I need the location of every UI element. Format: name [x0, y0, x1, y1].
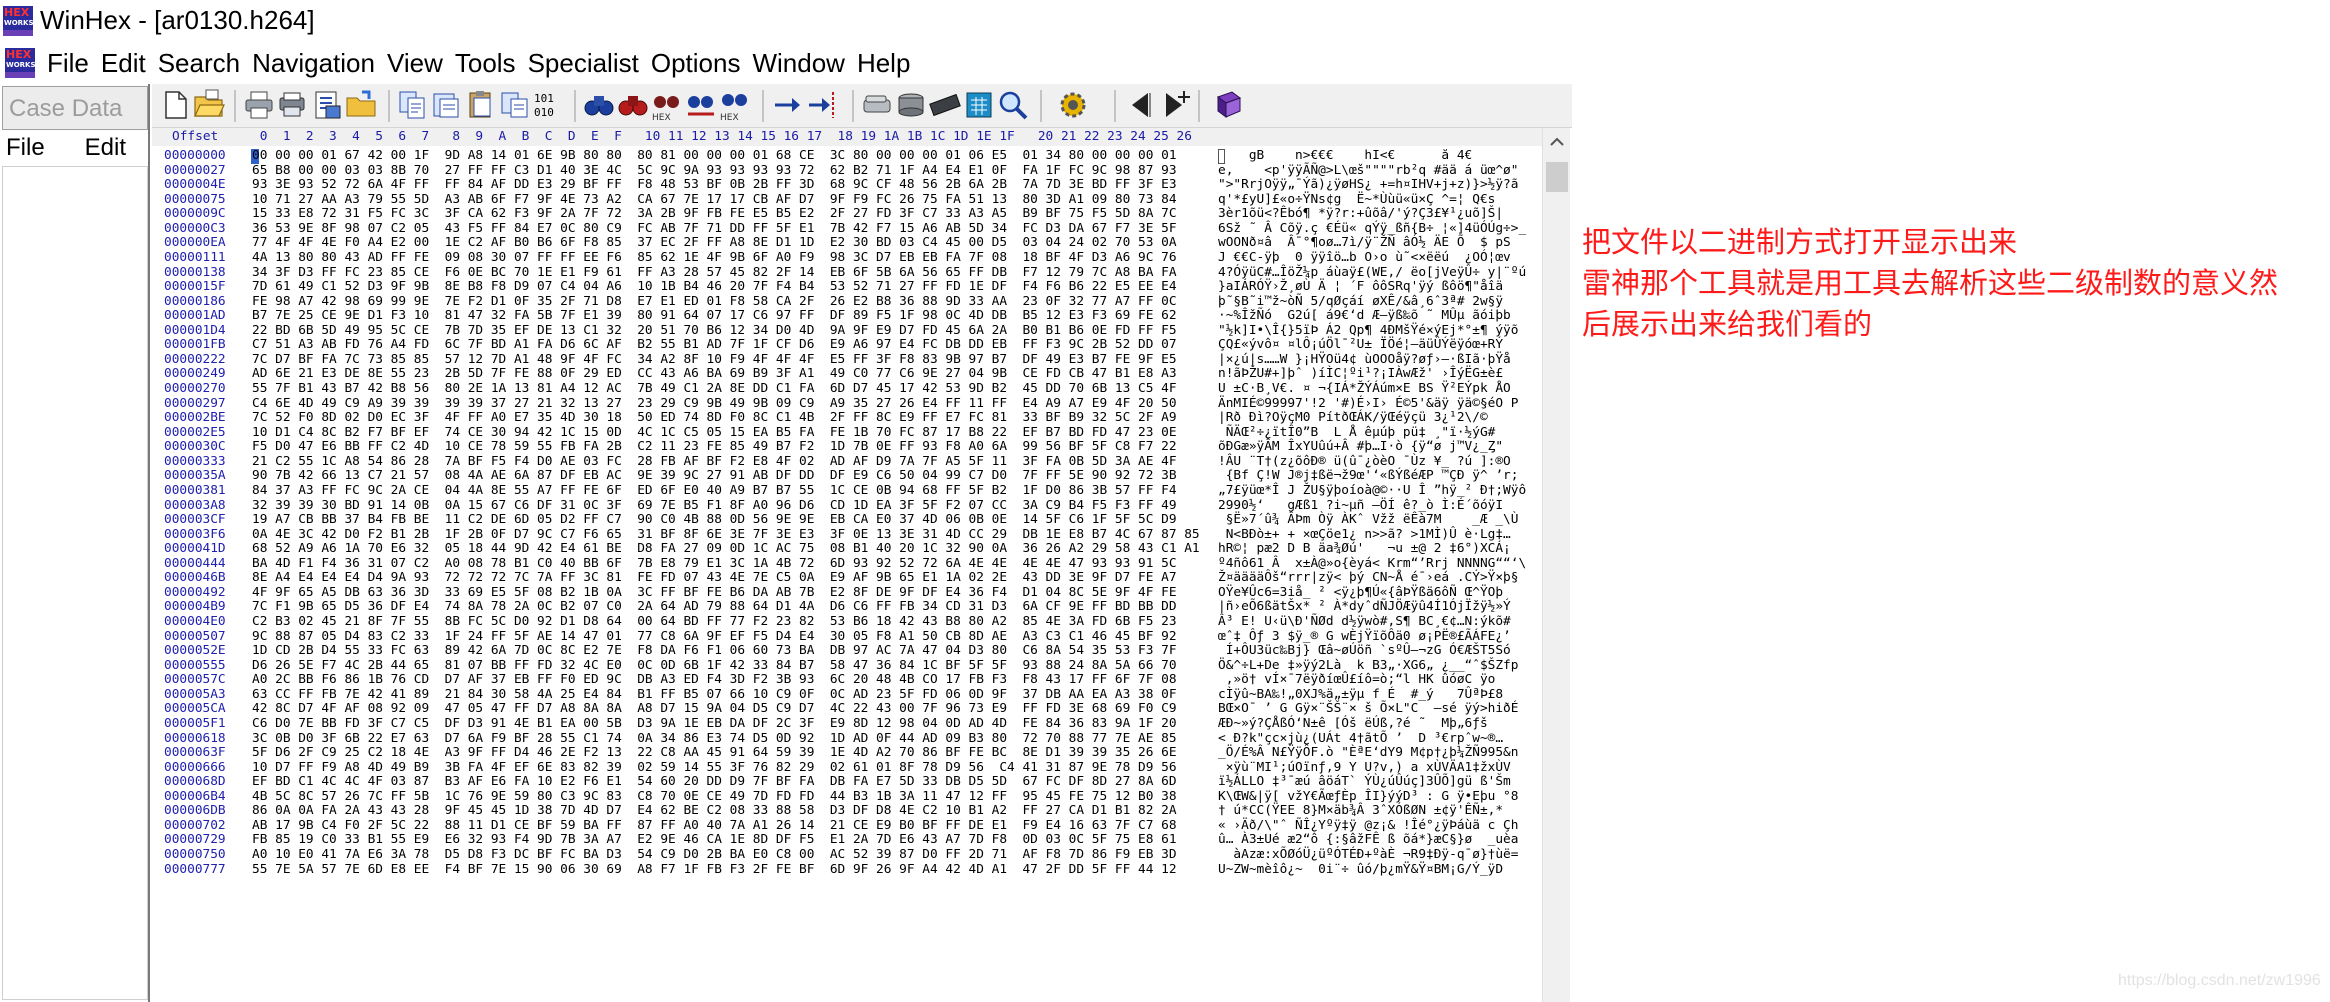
vertical-scrollbar[interactable] [1542, 128, 1570, 1002]
case-data-title: Case Data [9, 95, 123, 122]
column-index-header: 0 1 2 3 4 5 6 7 8 9 A B C D E F 10 11 12… [252, 129, 1192, 144]
binary-convert-icon[interactable]: 101 010 [532, 88, 566, 122]
find-text-icon[interactable] [616, 88, 650, 122]
menu-navigation[interactable]: Navigation [250, 48, 385, 79]
menu-items: File Edit Search Navigation View Tools S… [45, 48, 920, 79]
menu-specialist[interactable]: Specialist [526, 48, 649, 79]
find-hex-icon[interactable]: HEX [650, 88, 684, 123]
goto-page-icon[interactable] [806, 88, 840, 122]
toolbar-separator [762, 90, 764, 122]
settings-gear-icon[interactable] [1056, 88, 1090, 122]
open-folder-icon[interactable] [344, 88, 378, 122]
drive-icon[interactable] [860, 88, 894, 122]
toolbar-separator [234, 90, 236, 122]
ascii-text-pane[interactable]: gB n>€€€ hÎ<€ å 4€ e, <p'ÿÿÃÑ@>L\œš""""r… [1218, 149, 1528, 877]
disk-icon[interactable] [894, 88, 928, 122]
menu-options[interactable]: Options [649, 48, 751, 79]
case-menu-edit[interactable]: Edit [85, 134, 126, 162]
offset-header: Offset [172, 129, 219, 144]
forward-icon[interactable] [1158, 88, 1192, 122]
document-logo-icon: HEX WORKSHOP [5, 48, 53, 78]
annotation-line-2: 雷神那个工具就是用工具去解析这些二级制数的意义然后展示出来给我们看的 [1582, 266, 2279, 341]
calculator-icon[interactable] [962, 88, 996, 122]
scrollbar-thumb[interactable] [1546, 162, 1568, 192]
menu-tools[interactable]: Tools [453, 48, 526, 79]
print-preview-icon[interactable] [276, 88, 310, 122]
paste-special-icon[interactable] [498, 88, 532, 122]
menu-view[interactable]: View [385, 48, 453, 79]
offset-column: 00000000 00000027 0000004E 00000075 0000… [164, 148, 226, 877]
watermark: https://blog.csdn.net/zw1996 [2118, 972, 2321, 989]
replace-text-icon[interactable] [684, 88, 718, 122]
svg-text:010: 010 [534, 106, 554, 119]
toolbar-separator [1198, 90, 1200, 122]
logo-subtext-2: WORKSHOP [6, 61, 53, 69]
toolbar-separator [574, 90, 576, 122]
hex-editor[interactable]: Offset 0 1 2 3 4 5 6 7 8 9 A B C D E F 1… [152, 128, 1570, 1002]
menu-help[interactable]: Help [855, 48, 920, 79]
case-menu-file[interactable]: File [6, 134, 45, 162]
open-file-icon[interactable] [192, 88, 226, 122]
annotation-note: 把文件以二进制方式打开显示出来 雷神那个工具就是用工具去解析这些二级制数的意义然… [1582, 222, 2302, 345]
zoom-icon[interactable] [996, 88, 1030, 122]
logo-text-2: HEX [6, 48, 32, 61]
svg-text:101: 101 [534, 92, 554, 105]
case-data-panel: Case Data File Edit [0, 84, 150, 1002]
annotation-line-1: 把文件以二进制方式打开显示出来 [1582, 225, 2018, 259]
print-icon[interactable] [242, 88, 276, 122]
menu-file[interactable]: File [45, 48, 99, 79]
replace-hex-icon[interactable]: HEX [718, 88, 752, 123]
hex-data-pane[interactable]: 00 00 00 01 67 42 00 1F 9D A8 14 01 6E 9… [252, 149, 1367, 877]
toolbar: 101 010 HEX HEX [152, 84, 1572, 128]
svg-text:HEX: HEX [720, 113, 739, 122]
paste-icon[interactable] [464, 88, 498, 122]
new-file-icon[interactable] [158, 88, 192, 122]
logo-subtext: WORKSHOP [4, 19, 51, 27]
toolbar-separator [1040, 90, 1042, 122]
app-logo-icon: HEX WORKSHOP [3, 6, 51, 36]
menu-search[interactable]: Search [156, 48, 250, 79]
find-icon[interactable] [582, 88, 616, 122]
menu-window[interactable]: Window [750, 48, 854, 79]
scroll-up-icon[interactable] [1543, 128, 1571, 156]
toolbar-separator [852, 90, 854, 122]
cut-icon[interactable] [430, 88, 464, 122]
copy-icon[interactable] [396, 88, 430, 122]
window-title: WinHex - [ar0130.h264] [40, 5, 315, 35]
toolbar-separator [1114, 90, 1116, 122]
goto-offset-icon[interactable] [772, 88, 806, 122]
properties-icon[interactable] [310, 88, 344, 122]
column-header: Offset 0 1 2 3 4 5 6 7 8 9 A B C D E F 1… [152, 128, 1570, 146]
back-icon[interactable] [1124, 88, 1158, 122]
menu-bar: HEX WORKSHOP File Edit Search Navigation … [0, 44, 2330, 84]
toolbar-separator [388, 90, 390, 122]
case-data-tree[interactable] [2, 166, 148, 1000]
ram-icon[interactable] [928, 88, 962, 122]
title-bar: HEX WORKSHOP WinHex - [ar0130.h264] [0, 0, 2330, 44]
case-data-menu: File Edit [6, 134, 166, 162]
svg-text:HEX: HEX [652, 113, 671, 122]
help-book-icon[interactable] [1212, 88, 1246, 122]
menu-edit[interactable]: Edit [99, 48, 156, 79]
logo-text: HEX [4, 6, 30, 19]
case-data-header: Case Data [2, 86, 148, 130]
